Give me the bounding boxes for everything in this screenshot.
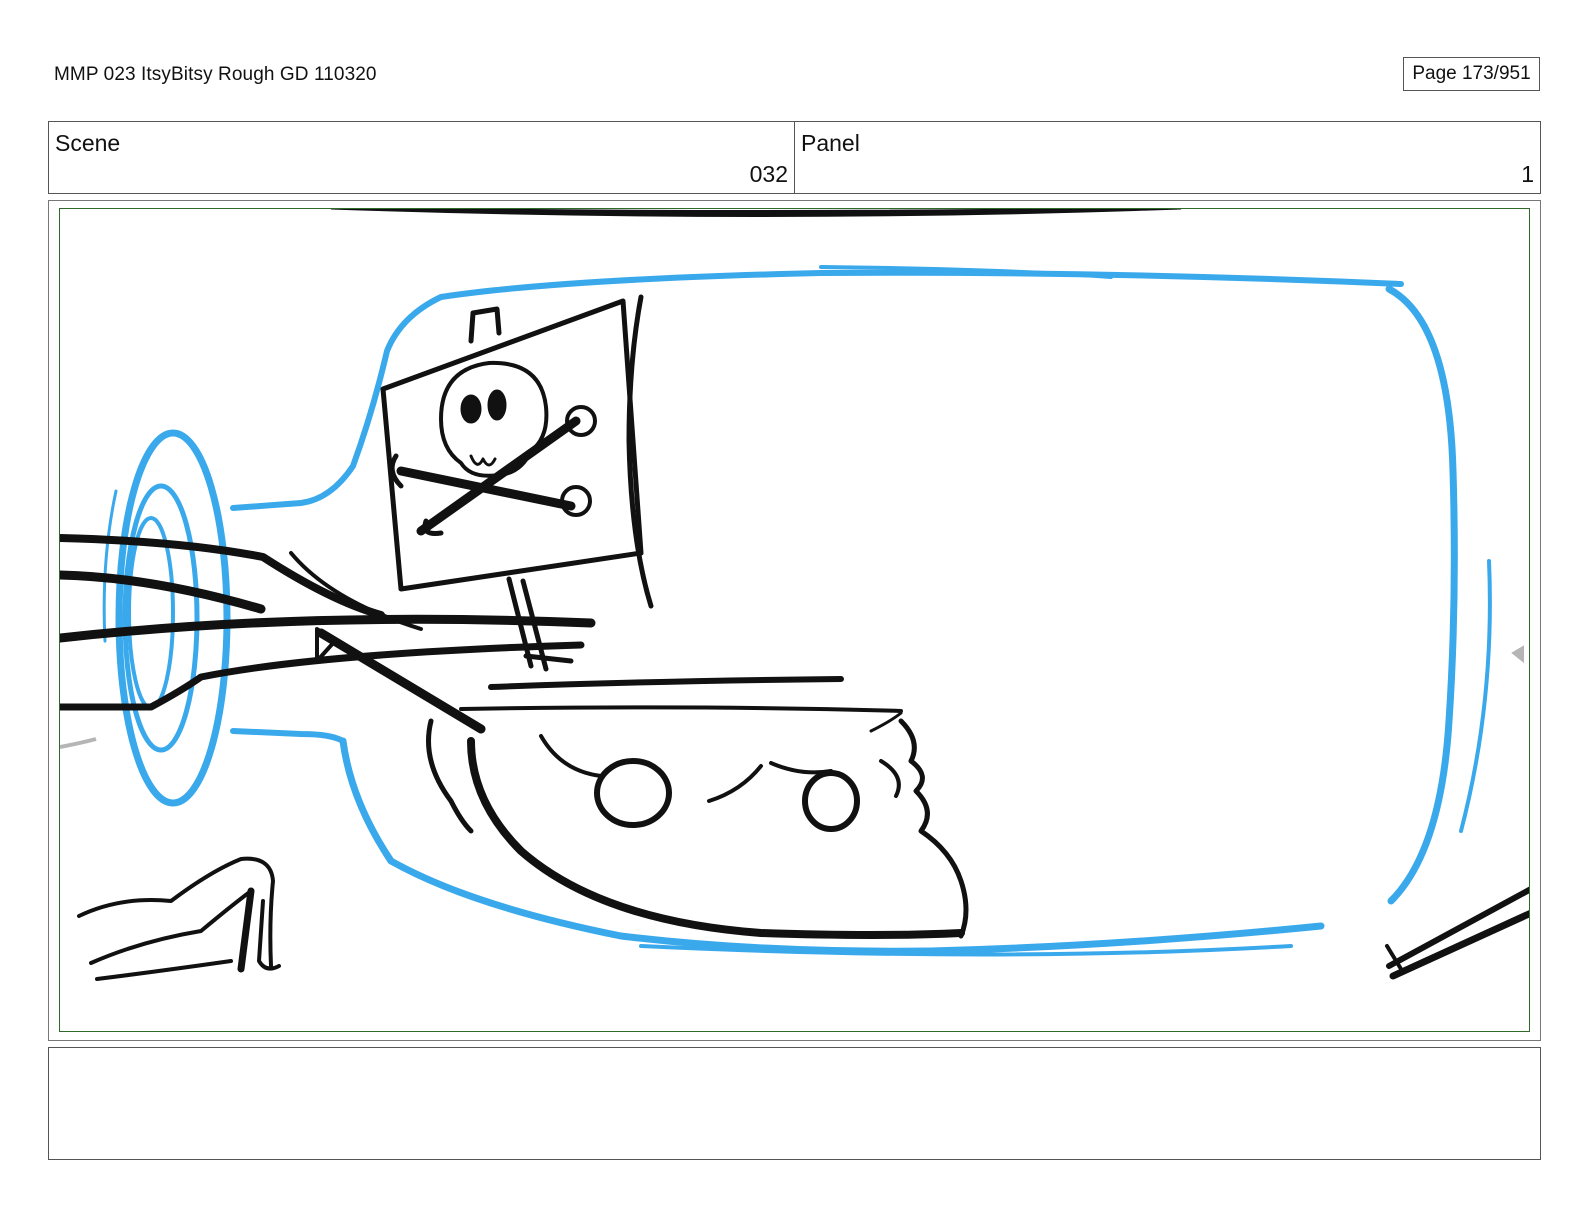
top-dark-stroke <box>330 209 1182 217</box>
hull <box>467 737 965 939</box>
bottle-outline <box>102 265 1492 957</box>
tool-stick-2 <box>60 570 266 614</box>
scene-panel-row: Scene 032 Panel 1 <box>48 121 1541 194</box>
grey-mark-right <box>1511 645 1524 664</box>
storyboard-panel-drawing <box>59 208 1530 1032</box>
tool-right-sketch <box>1385 886 1529 980</box>
sail <box>380 298 644 592</box>
hand-sketch <box>77 856 281 981</box>
document-title: MMP 023 ItsyBitsy Rough GD 110320 <box>54 64 377 85</box>
scene-cell: Scene 032 <box>49 122 795 193</box>
panel-number: 1 <box>1521 161 1534 187</box>
notes-box <box>48 1047 1541 1160</box>
panel-label: Panel <box>801 130 860 156</box>
page-number: Page 173/951 <box>1403 57 1540 91</box>
panel-cell: Panel 1 <box>795 122 1540 193</box>
grey-mark-left <box>60 737 97 749</box>
pirate-ship-in-bottle-sketch <box>60 209 1529 981</box>
scene-label: Scene <box>55 130 121 156</box>
deck-line <box>488 676 844 690</box>
scene-number: 032 <box>749 161 788 187</box>
